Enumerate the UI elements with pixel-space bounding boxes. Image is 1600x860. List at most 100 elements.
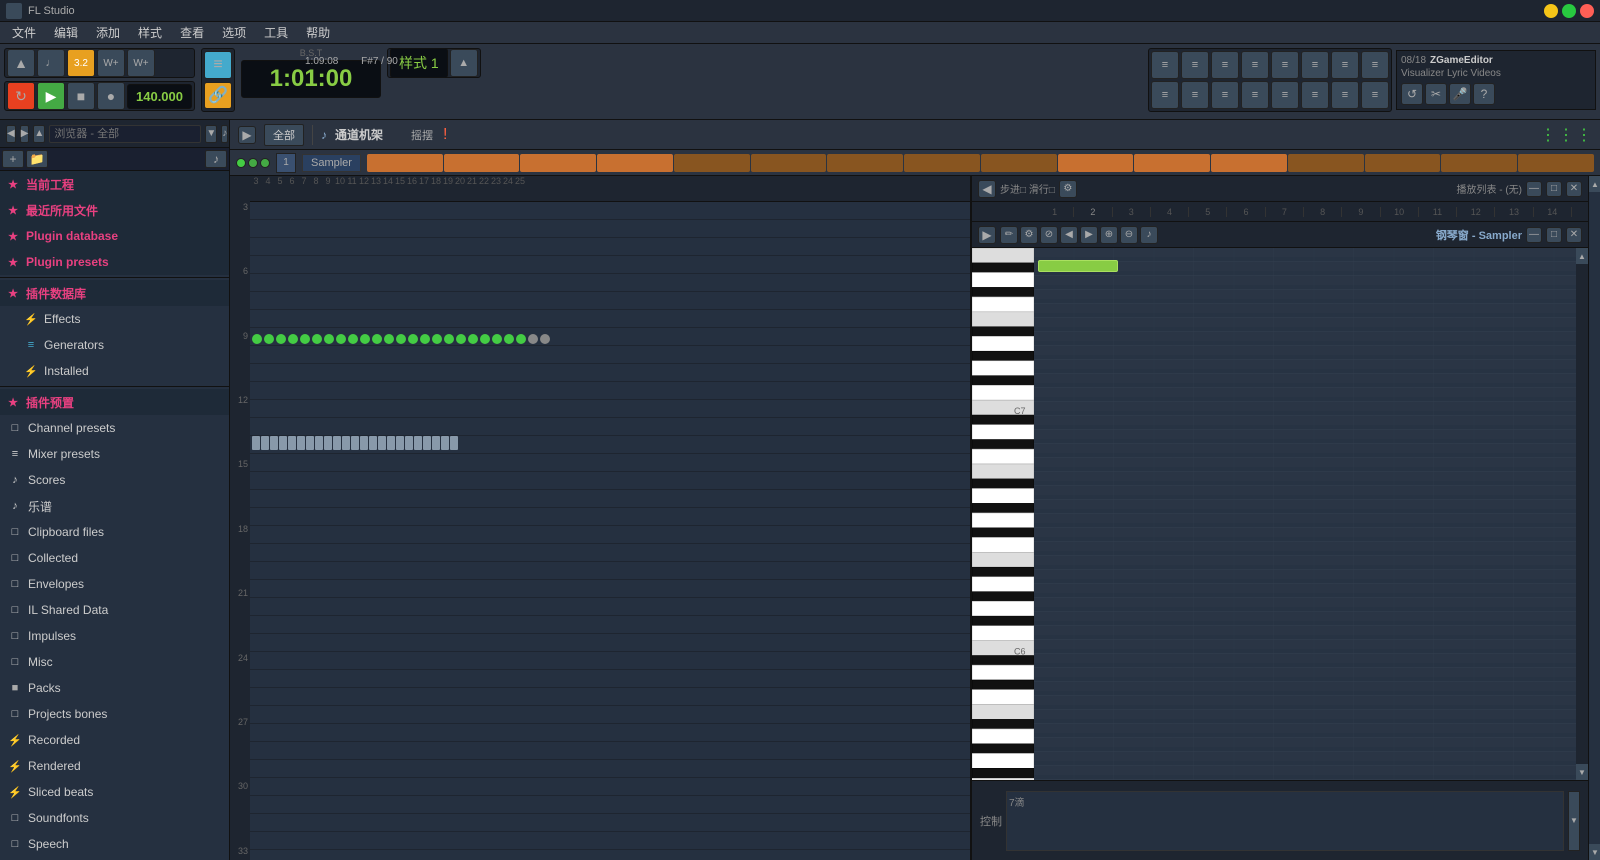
menu-add[interactable]: 添加	[88, 22, 128, 43]
sidebar-item-misc[interactable]: □ Misc	[0, 649, 229, 675]
pr-close2-btn[interactable]: ✕	[1566, 227, 1582, 243]
menu-view[interactable]: 查看	[172, 22, 212, 43]
sidebar-item-recorded[interactable]: ⚡ Recorded	[0, 727, 229, 753]
piano-button[interactable]: W+	[127, 49, 155, 77]
sidebar-item-scores[interactable]: ♪ Scores	[0, 467, 229, 493]
sidebar-item-installed[interactable]: ⚡ Installed	[0, 358, 229, 384]
link-btn1[interactable]: ≡	[204, 51, 232, 79]
tool-btn3[interactable]: ≡	[1211, 51, 1239, 79]
pr-tool8[interactable]: ♪	[1140, 226, 1158, 244]
tool-btn8[interactable]: ≡	[1361, 51, 1389, 79]
menu-help[interactable]: 帮助	[298, 22, 338, 43]
tool-btn5[interactable]: ≡	[1271, 51, 1299, 79]
menu-tools[interactable]: 工具	[256, 22, 296, 43]
sidebar-vol-right[interactable]: ♪	[205, 150, 227, 168]
menu-options[interactable]: 选项	[214, 22, 254, 43]
sidebar-item-plugin-database[interactable]: ★ Plugin database	[0, 223, 229, 249]
tool-btn14[interactable]: ≡	[1301, 81, 1329, 109]
pattern-display[interactable]: 样式 1	[390, 48, 448, 78]
sidebar-nav2[interactable]: 📁	[26, 150, 48, 168]
sidebar-fwd-btn[interactable]: ▶	[20, 125, 30, 143]
sampler-name[interactable]: Sampler	[302, 154, 361, 172]
pr-tool2[interactable]: ⚙	[1020, 226, 1038, 244]
pr-scroll-down[interactable]: ▼	[1576, 764, 1588, 780]
pr-scroll-up[interactable]: ▲	[1576, 248, 1588, 264]
step2[interactable]	[444, 154, 520, 172]
sidebar-item-current-project[interactable]: ★ 当前工程	[0, 171, 229, 197]
tool-btn9[interactable]: ≡	[1151, 81, 1179, 109]
sidebar-item-impulses[interactable]: □ Impulses	[0, 623, 229, 649]
step13[interactable]	[1288, 154, 1364, 172]
step11[interactable]	[1134, 154, 1210, 172]
pr-vscroll[interactable]: ▲ ▼	[1576, 248, 1588, 780]
sidebar-item-channel-presets[interactable]: □ Channel presets	[0, 415, 229, 441]
pr-tool7[interactable]: ⊖	[1120, 226, 1138, 244]
tool-btn2[interactable]: ≡	[1181, 51, 1209, 79]
step6[interactable]	[751, 154, 827, 172]
sys-btn2[interactable]: ✂	[1425, 83, 1447, 105]
step15[interactable]	[1441, 154, 1517, 172]
pr-nav-btn[interactable]: ▶	[978, 226, 996, 244]
sidebar-item-generators[interactable]: ≡ Generators	[0, 332, 229, 358]
sidebar-item-mixer-presets[interactable]: ≡ Mixer presets	[0, 441, 229, 467]
minimize-button[interactable]	[1544, 4, 1558, 18]
tool-btn13[interactable]: ≡	[1271, 81, 1299, 109]
cr-mode-btn[interactable]: 全部	[264, 124, 304, 146]
num32-button[interactable]: 3.2	[67, 49, 95, 77]
tool-btn12[interactable]: ≡	[1241, 81, 1269, 109]
pr-tool3[interactable]: ⊘	[1040, 226, 1058, 244]
sidebar-item-speech[interactable]: □ Speech	[0, 831, 229, 857]
sidebar-item-sliced-beats[interactable]: ⚡ Sliced beats	[0, 779, 229, 805]
menu-edit[interactable]: 编辑	[46, 22, 86, 43]
sidebar-item-rendered[interactable]: ⚡ Rendered	[0, 753, 229, 779]
sidebar-item-plugin-db-zh[interactable]: ★ 插件数据库	[0, 280, 229, 306]
pattern-nav-btn[interactable]: ▲	[450, 49, 478, 77]
stop-btn[interactable]: ■	[67, 82, 95, 110]
sidebar-item-collected[interactable]: □ Collected	[0, 545, 229, 571]
sidebar-item-il-shared[interactable]: □ IL Shared Data	[0, 597, 229, 623]
tool-btn6[interactable]: ≡	[1301, 51, 1329, 79]
metronome-button[interactable]: ♩	[37, 49, 65, 77]
pr-expand-btn[interactable]: □	[1546, 181, 1562, 197]
pr-back-btn[interactable]: ◀	[978, 180, 996, 198]
step5[interactable]	[674, 154, 750, 172]
step4[interactable]	[597, 154, 673, 172]
menu-style[interactable]: 样式	[130, 22, 170, 43]
step16[interactable]	[1518, 154, 1594, 172]
maximize-button[interactable]	[1562, 4, 1576, 18]
main-scroll-up[interactable]: ▲	[1589, 176, 1600, 192]
sidebar-nav1[interactable]: +	[2, 150, 24, 168]
sidebar-up-btn[interactable]: ▲	[33, 125, 45, 143]
tool-btn16[interactable]: ≡	[1361, 81, 1389, 109]
sidebar-item-soundfonts[interactable]: □ Soundfonts	[0, 805, 229, 831]
step8[interactable]	[904, 154, 980, 172]
sidebar-item-projects-bones[interactable]: □ Projects bones	[0, 701, 229, 727]
sidebar-item-packs[interactable]: ■ Packs	[0, 675, 229, 701]
step12[interactable]	[1211, 154, 1287, 172]
pr-tool4[interactable]: ◀	[1060, 226, 1078, 244]
sidebar-back-btn[interactable]: ◀	[6, 125, 16, 143]
sidebar-search-input[interactable]	[49, 125, 201, 143]
note-block-1[interactable]	[1038, 260, 1118, 272]
sidebar-vol-btn[interactable]: ♪	[221, 125, 228, 143]
record2-button[interactable]: ●	[97, 82, 125, 110]
record-button[interactable]: ↻	[7, 82, 35, 110]
pr-settings-btn[interactable]: ⚙	[1059, 180, 1077, 198]
wav-button[interactable]: W+	[97, 49, 125, 77]
sidebar-item-plugin-presets-zh[interactable]: ★ 插件预置	[0, 389, 229, 415]
step3[interactable]	[520, 154, 596, 172]
pr-tool1[interactable]: ✏	[1000, 226, 1018, 244]
cr-expand-btn[interactable]: ▶	[238, 126, 256, 144]
tool-btn11[interactable]: ≡	[1211, 81, 1239, 109]
sidebar-search-btn[interactable]: ▼	[205, 125, 217, 143]
tool-btn1[interactable]: ≡	[1151, 51, 1179, 79]
stop-button[interactable]: ▲	[7, 49, 35, 77]
step10[interactable]	[1058, 154, 1134, 172]
tool-btn7[interactable]: ≡	[1331, 51, 1359, 79]
step9[interactable]	[981, 154, 1057, 172]
sidebar-item-envelopes[interactable]: □ Envelopes	[0, 571, 229, 597]
link-btn2[interactable]: 🔗	[204, 82, 232, 110]
pr-maximize-btn[interactable]: □	[1546, 227, 1562, 243]
step7[interactable]	[827, 154, 903, 172]
sidebar-item-clipboard[interactable]: □ Clipboard files	[0, 519, 229, 545]
